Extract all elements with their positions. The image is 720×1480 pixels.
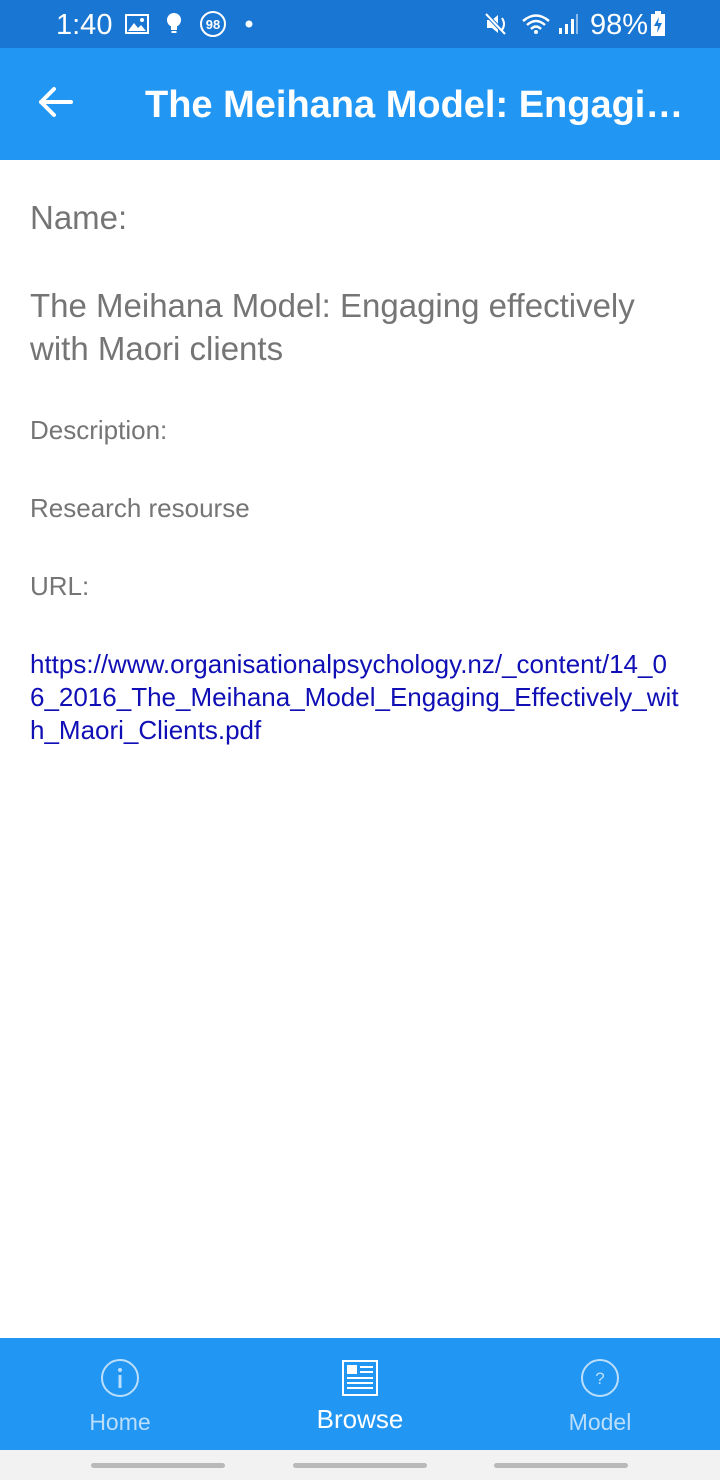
mute-icon [484, 12, 512, 36]
system-nav-bar [0, 1450, 720, 1480]
page-title: The Meihana Model: Engaging effectively … [145, 84, 700, 126]
wifi-icon [520, 12, 552, 36]
name-label: Name: [30, 199, 128, 236]
url-link[interactable]: https://www.organisationalpsychology.nz/… [30, 648, 680, 747]
nav-label-home: Home [89, 1409, 151, 1435]
nav-item-browse[interactable]: Browse [240, 1338, 480, 1450]
gallery-icon [124, 12, 150, 36]
bulb-icon [164, 12, 184, 36]
badge-icon: 98 [198, 11, 228, 37]
description-value: Research resourse [30, 493, 250, 523]
url-label: URL: [30, 571, 90, 601]
battery-percent: 98% [590, 9, 649, 41]
description-label: Description: [30, 415, 168, 445]
info-icon [100, 1358, 140, 1398]
status-bar: 1:40 98 98% [0, 0, 720, 48]
bottom-navigation: Home Browse ? Model [0, 1338, 720, 1450]
nav-item-model[interactable]: ? Model [480, 1338, 720, 1450]
nav-label-browse: Browse [316, 1404, 404, 1434]
nav-item-home[interactable]: Home [0, 1338, 240, 1450]
nav-label-model: Model [568, 1409, 632, 1435]
recent-apps-button[interactable] [91, 1463, 225, 1468]
name-value: The Meihana Model: Engaging effectively … [30, 287, 635, 367]
system-back-button[interactable] [494, 1463, 628, 1468]
back-button[interactable] [30, 78, 82, 130]
back-arrow-icon [38, 86, 74, 123]
help-icon: ? [580, 1358, 620, 1398]
svg-text:?: ? [595, 1369, 604, 1388]
app-bar: The Meihana Model: Engaging effectively … [0, 48, 720, 160]
newspaper-icon [340, 1358, 380, 1398]
status-time: 1:40 [56, 9, 113, 41]
battery-charging-icon [648, 11, 668, 36]
status-badge-count: 98 [206, 17, 220, 32]
signal-icon [556, 12, 580, 36]
home-button[interactable] [293, 1463, 427, 1468]
dot-icon [244, 12, 254, 36]
